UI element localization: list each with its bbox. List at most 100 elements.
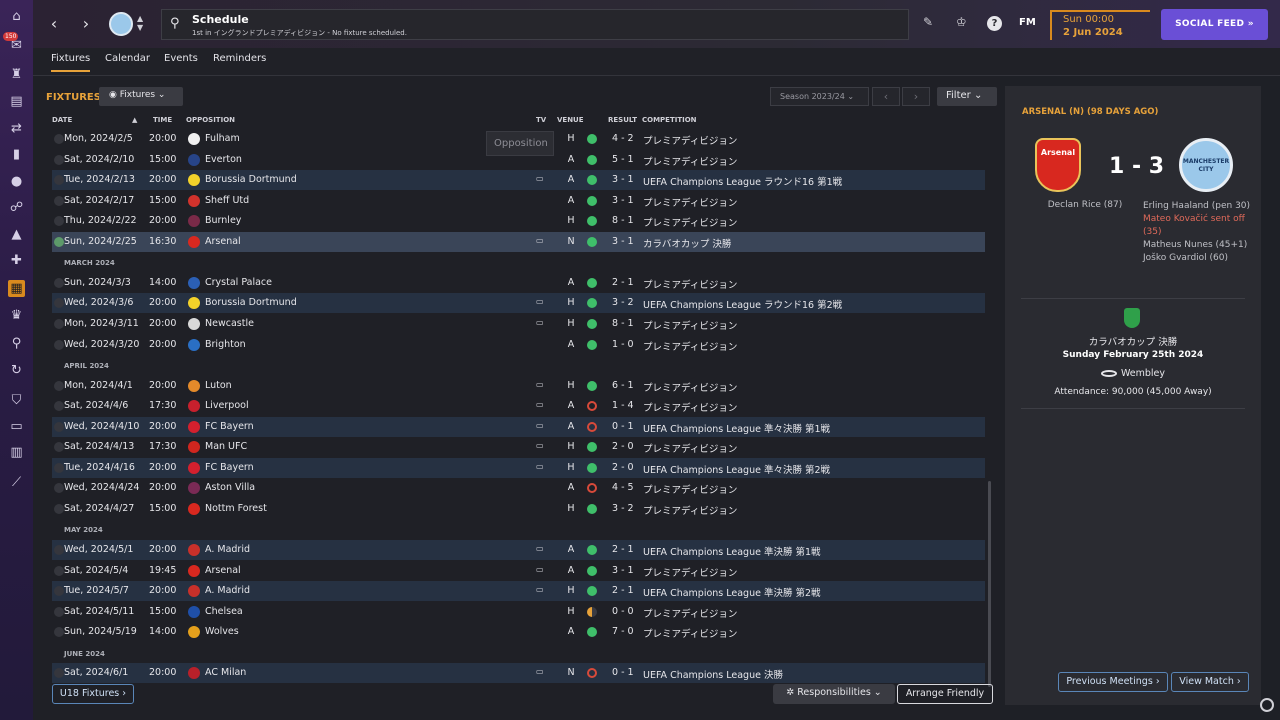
fixture-score[interactable]: 0 - 1 — [612, 667, 634, 678]
row-select-icon[interactable] — [54, 668, 64, 678]
staff-icon[interactable]: ☍ — [8, 199, 25, 216]
fixture-score[interactable]: 0 - 1 — [612, 421, 634, 432]
fm-logo[interactable]: FM — [1019, 17, 1036, 28]
row-select-icon[interactable] — [54, 319, 64, 329]
fixture-competition[interactable]: プレミアディビジョン — [643, 277, 737, 291]
fixture-competition[interactable]: プレミアディビジョン — [643, 318, 737, 332]
club-switch-chevrons-icon[interactable]: ▲ ▼ — [137, 14, 143, 32]
tickets-icon[interactable]: ▥ — [8, 444, 25, 461]
prev-season-button[interactable]: ‹ — [872, 87, 900, 106]
fixture-row[interactable]: Sat, 2024/2/17 15:00 Sheff Utd A 3 - 1 プレミアディ… — [52, 191, 985, 211]
fixture-row[interactable]: Tue, 2024/4/16 20:00 FC Bayern ▭ H 2 - 0 UEFA … — [52, 458, 985, 478]
opponent-name[interactable]: Luton — [205, 380, 232, 391]
fixture-competition[interactable]: UEFA Champions League 決勝 — [643, 667, 783, 681]
row-select-icon[interactable] — [54, 586, 64, 596]
opponent-name[interactable]: Everton — [205, 154, 242, 165]
fixture-row[interactable]: Tue, 2024/5/7 20:00 A. Madrid ▭ H 2 - 1 UEFA C… — [52, 581, 985, 601]
col-result[interactable]: RESULT — [608, 116, 637, 124]
fixture-score[interactable]: 8 - 1 — [612, 318, 634, 329]
opponent-name[interactable]: Burnley — [205, 215, 241, 226]
row-select-icon[interactable] — [54, 442, 64, 452]
fixture-competition[interactable]: プレミアディビジョン — [643, 606, 737, 620]
fixture-competition[interactable]: プレミアディビジョン — [643, 482, 737, 496]
col-opposition[interactable]: OPPOSITION — [186, 116, 235, 124]
fixture-row[interactable]: Wed, 2024/5/1 20:00 A. Madrid ▭ A 2 - 1 UEFA C… — [52, 540, 985, 560]
row-select-icon[interactable] — [54, 401, 64, 411]
fixture-competition[interactable]: プレミアディビジョン — [643, 154, 737, 168]
fixture-competition[interactable]: UEFA Champions League ラウンド16 第1戦 — [643, 174, 842, 188]
u18-fixtures-button[interactable]: U18 Fixtures › — [52, 684, 134, 704]
fixture-row[interactable]: Sat, 2024/5/4 19:45 Arsenal ▭ A 3 - 1 プレミアディビジ… — [52, 561, 985, 581]
view-match-button[interactable]: View Match › — [1171, 672, 1249, 692]
fixture-list-scrollbar[interactable] — [988, 481, 991, 687]
fixture-competition[interactable]: プレミアディビジョン — [643, 380, 737, 394]
search-header[interactable]: ⚲ Schedule 1st in イングランドプレミアディビジョン - No … — [161, 9, 909, 40]
fixture-competition[interactable]: UEFA Champions League 準々決勝 第1戦 — [643, 421, 830, 435]
fixture-competition[interactable]: プレミアディビジョン — [643, 400, 737, 414]
fixture-row[interactable]: Sat, 2024/4/6 17:30 Liverpool ▭ A 1 - 4 プレミアディ… — [52, 396, 985, 416]
row-select-icon[interactable] — [54, 175, 64, 185]
fixture-competition[interactable]: UEFA Champions League 準決勝 第1戦 — [643, 544, 821, 558]
fixture-score[interactable]: 2 - 0 — [612, 462, 634, 473]
row-select-icon[interactable] — [54, 627, 64, 637]
back-arrow-icon[interactable]: ‹ — [46, 14, 62, 34]
opponent-name[interactable]: Newcastle — [205, 318, 254, 329]
opponent-name[interactable]: A. Madrid — [205, 544, 250, 555]
tab-reminders[interactable]: Reminders — [213, 53, 266, 70]
col-tv[interactable]: TV — [536, 116, 546, 124]
fixture-competition[interactable]: プレミアディビジョン — [643, 626, 737, 640]
fixture-score[interactable]: 2 - 0 — [612, 441, 634, 452]
fixtures-view-dropdown[interactable]: ◉ Fixtures ⌄ — [99, 87, 183, 106]
home-icon[interactable]: ⌂ — [8, 8, 25, 25]
fixture-row[interactable]: Sat, 2024/4/13 17:30 Man UFC ▭ H 2 - 0 プレミアディビ… — [52, 437, 985, 457]
fixture-score[interactable]: 4 - 2 — [612, 133, 634, 144]
opponent-name[interactable]: Arsenal — [205, 236, 241, 247]
row-select-icon[interactable] — [54, 298, 64, 308]
tab-events[interactable]: Events — [164, 53, 198, 70]
tab-fixtures[interactable]: Fixtures — [51, 53, 91, 72]
row-select-icon[interactable] — [54, 607, 64, 617]
row-select-icon[interactable] — [54, 196, 64, 206]
row-select-icon[interactable] — [54, 483, 64, 493]
help-icon[interactable]: ? — [987, 16, 1002, 31]
opponent-name[interactable]: FC Bayern — [205, 462, 254, 473]
fixture-score[interactable]: 3 - 1 — [612, 565, 634, 576]
ball-icon[interactable]: ● — [8, 173, 25, 190]
season-dropdown[interactable]: Season 2023/24 ⌄ — [770, 87, 869, 106]
col-time[interactable]: TIME — [153, 116, 172, 124]
row-select-icon[interactable] — [54, 545, 64, 555]
fixture-row[interactable]: Mon, 2024/4/1 20:00 Luton ▭ H 6 - 1 プレミアディビジョン — [52, 376, 985, 396]
trend-icon[interactable]: ⟋ — [8, 474, 25, 491]
fixture-row[interactable]: Wed, 2024/3/20 20:00 Brighton A 1 - 0 プレミアディビ… — [52, 335, 985, 355]
fixture-score[interactable]: 2 - 1 — [612, 277, 634, 288]
opponent-name[interactable]: Sheff Utd — [205, 195, 249, 206]
fixture-row[interactable]: Sun, 2024/5/19 14:00 Wolves A 7 - 0 プレミアディビジョ… — [52, 622, 985, 642]
row-select-icon[interactable] — [54, 278, 64, 288]
opponent-name[interactable]: Chelsea — [205, 606, 243, 617]
refresh-icon[interactable]: ↻ — [8, 362, 25, 379]
fixture-competition[interactable]: プレミアディビジョン — [643, 195, 737, 209]
game-date[interactable]: Sun 00:00 2 Jun 2024 — [1050, 10, 1150, 40]
report-icon[interactable]: ▮ — [8, 146, 25, 163]
fixture-competition[interactable]: UEFA Champions League ラウンド16 第2戦 — [643, 297, 842, 311]
col-date[interactable]: DATE — [52, 116, 72, 124]
opponent-name[interactable]: Man UFC — [205, 441, 247, 452]
dynamics-icon[interactable]: ▤ — [8, 93, 25, 110]
fixture-score[interactable]: 7 - 0 — [612, 626, 634, 637]
row-select-icon[interactable] — [54, 381, 64, 391]
fixture-score[interactable]: 3 - 2 — [612, 297, 634, 308]
fixture-row[interactable]: Wed, 2024/3/6 20:00 Borussia Dortmund ▭ H 3 -… — [52, 293, 985, 313]
fixture-competition[interactable]: プレミアディビジョン — [643, 215, 737, 229]
fixture-competition[interactable]: UEFA Champions League 準決勝 第2戦 — [643, 585, 821, 599]
row-select-icon[interactable] — [54, 237, 64, 247]
social-feed-button[interactable]: SOCIAL FEED » — [1161, 9, 1268, 40]
schedule-icon[interactable]: ▦ — [8, 280, 25, 297]
fixture-score[interactable]: 3 - 1 — [612, 236, 634, 247]
fixture-score[interactable]: 2 - 1 — [612, 544, 634, 555]
fixture-row[interactable]: Tue, 2024/2/13 20:00 Borussia Dortmund ▭ A 3 … — [52, 170, 985, 190]
fixture-competition[interactable]: プレミアディビジョン — [643, 565, 737, 579]
row-select-icon[interactable] — [54, 463, 64, 473]
fixture-competition[interactable]: カラバオカップ 決勝 — [643, 236, 731, 250]
scouting-icon[interactable]: ⚲ — [8, 335, 25, 352]
fixture-row[interactable]: Sat, 2024/6/1 20:00 AC Milan ▭ N 0 - 1 UEFA Ch… — [52, 663, 985, 683]
